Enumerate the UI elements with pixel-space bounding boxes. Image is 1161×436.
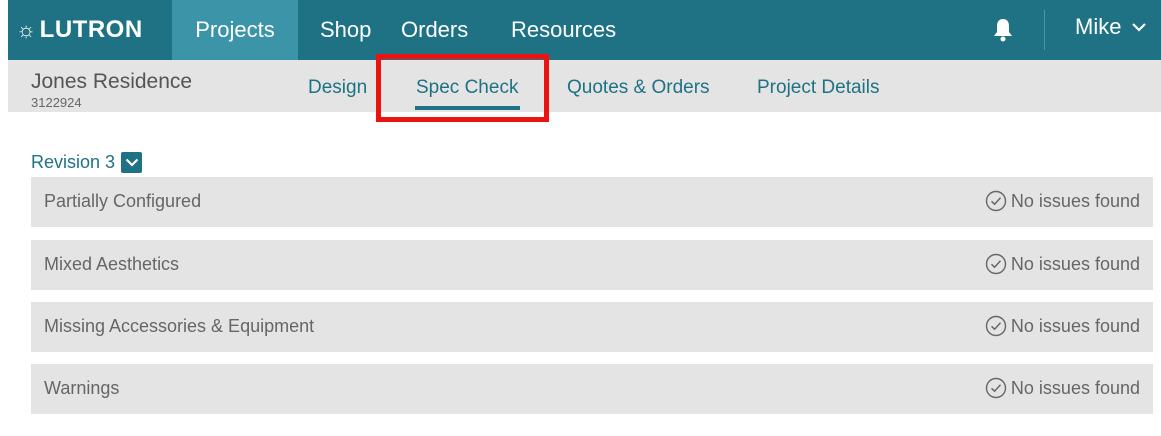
check-status-text: No issues found — [1010, 315, 1140, 336]
check-label: Partially Configured — [44, 191, 202, 211]
revision-label: Revision 3 — [31, 152, 116, 172]
lutron-logo[interactable]: ☼ LUTRON — [8, 0, 172, 60]
check-status-text: No issues found — [1010, 190, 1140, 211]
nav-divider — [1044, 10, 1045, 50]
check-row-missing-accessories[interactable]: Missing Accessories & Equipment No issue… — [31, 302, 1153, 352]
check-circle-icon — [985, 315, 1007, 337]
check-circle-icon — [985, 253, 1007, 275]
check-row-partially-configured[interactable]: Partially Configured No issues found — [31, 177, 1153, 227]
check-status: No issues found — [985, 315, 1140, 337]
revision-selector[interactable]: Revision 3 — [31, 152, 143, 173]
check-label: Mixed Aesthetics — [44, 254, 180, 274]
nav-shop[interactable]: Shop — [298, 0, 397, 60]
highlight-box — [376, 54, 549, 122]
check-circle-icon — [985, 190, 1007, 212]
check-status: No issues found — [985, 253, 1140, 275]
check-status-text: No issues found — [1010, 377, 1140, 398]
user-menu[interactable]: Mike — [1075, 14, 1147, 40]
user-name: Mike — [1075, 14, 1122, 39]
check-row-warnings[interactable]: Warnings No issues found — [31, 364, 1153, 414]
tab-design[interactable]: Design — [308, 77, 367, 99]
project-number: 3122924 — [31, 95, 82, 110]
check-label: Warnings — [44, 378, 120, 398]
project-subheader: Jones Residence 3122924 Design Spec Chec… — [8, 60, 1161, 112]
chevron-down-icon[interactable] — [121, 152, 143, 173]
check-status: No issues found — [985, 377, 1140, 399]
sun-logo-icon: ☼ — [16, 17, 37, 42]
logo-text: LUTRON — [39, 16, 143, 43]
bell-icon[interactable] — [988, 15, 1018, 45]
check-label: Missing Accessories & Equipment — [44, 316, 315, 336]
check-circle-icon — [985, 377, 1007, 399]
nav-projects[interactable]: Projects — [172, 0, 298, 60]
nav-orders[interactable]: Orders — [397, 0, 511, 60]
nav-resources[interactable]: Resources — [511, 0, 651, 60]
chevron-down-icon — [1131, 22, 1147, 32]
check-status-text: No issues found — [1010, 253, 1140, 274]
tab-quotes-orders[interactable]: Quotes & Orders — [567, 77, 710, 99]
check-row-mixed-aesthetics[interactable]: Mixed Aesthetics No issues found — [31, 240, 1153, 290]
project-name: Jones Residence — [31, 70, 193, 93]
check-status: No issues found — [985, 190, 1140, 212]
tab-project-details[interactable]: Project Details — [757, 77, 880, 99]
